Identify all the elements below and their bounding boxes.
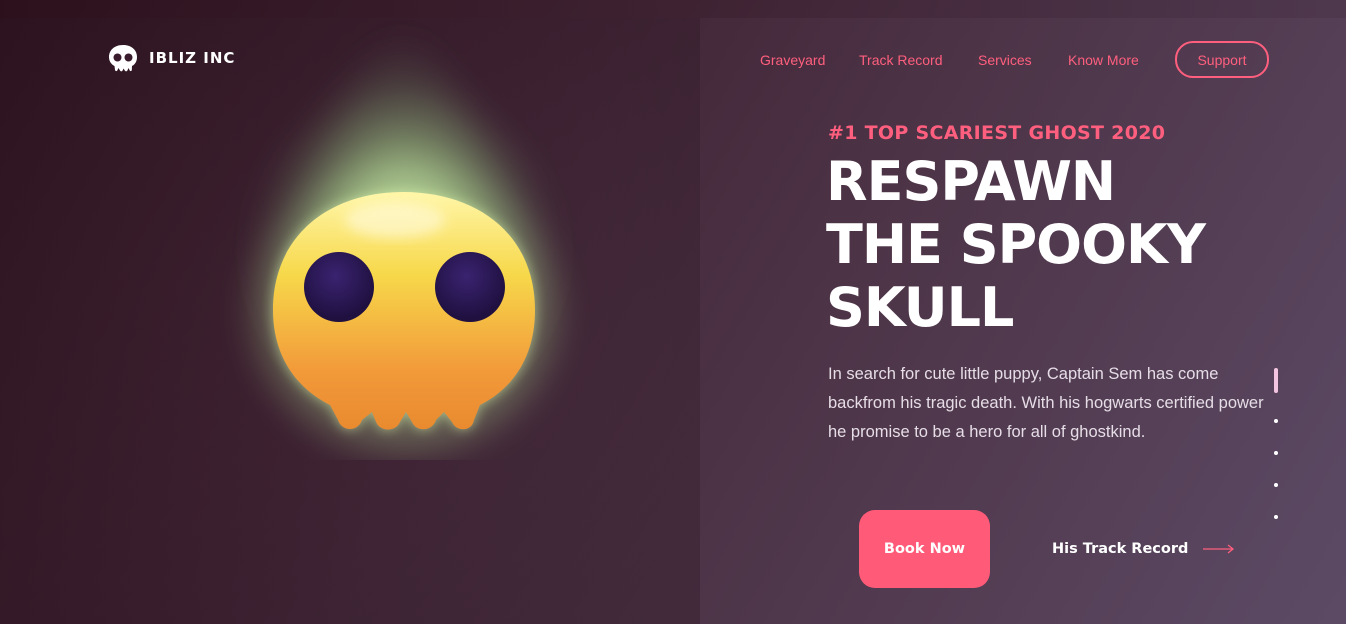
hero-headline: RESPAWN THE SPOOKY SKULL <box>826 150 1266 339</box>
book-now-button[interactable]: Book Now <box>859 510 990 588</box>
headline-line-3: SKULL <box>826 276 1014 339</box>
top-strip <box>0 0 1346 18</box>
pager-dot[interactable] <box>1274 515 1278 519</box>
hero-description: In search for cute little puppy, Captain… <box>828 365 1264 441</box>
nav-item-graveyard[interactable]: Graveyard <box>760 52 825 68</box>
skull-illustration <box>190 20 620 460</box>
pager-dot[interactable] <box>1274 419 1278 423</box>
track-record-link[interactable]: His Track Record <box>1052 539 1236 558</box>
nav-item-services[interactable]: Services <box>978 52 1032 68</box>
pager-dot-active[interactable] <box>1274 368 1278 393</box>
arrow-right-icon <box>1202 539 1236 558</box>
hero-kicker: #1 TOP SCARIEST GHOST 2020 <box>828 122 1166 144</box>
support-button[interactable]: Support <box>1175 41 1269 78</box>
slide-pager <box>1272 368 1280 528</box>
headline-line-1: RESPAWN <box>826 150 1116 213</box>
nav-item-track-record[interactable]: Track Record <box>859 52 943 68</box>
track-record-link-label: His Track Record <box>1052 540 1189 557</box>
nav-item-know-more[interactable]: Know More <box>1068 52 1139 68</box>
headline-line-2: THE SPOOKY <box>826 213 1206 276</box>
pager-dot[interactable] <box>1274 483 1278 487</box>
pager-dot[interactable] <box>1274 451 1278 455</box>
